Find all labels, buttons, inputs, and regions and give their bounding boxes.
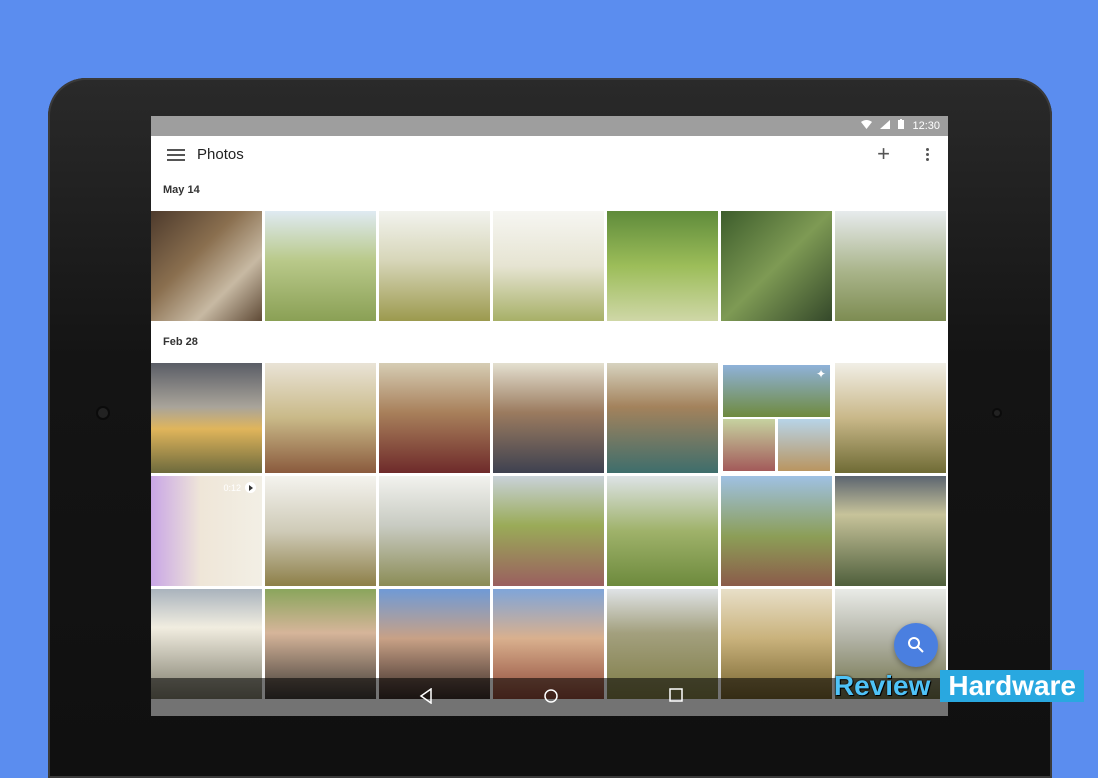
rear-sensor	[994, 410, 1000, 416]
photo-thumbnail[interactable]	[721, 211, 832, 321]
photo-thumbnail[interactable]	[607, 476, 718, 586]
search-fab[interactable]	[894, 623, 938, 667]
search-icon	[908, 637, 924, 653]
photo-thumbnail[interactable]	[493, 363, 604, 473]
plus-icon[interactable]: +	[877, 142, 890, 166]
app-bar: Photos +	[151, 136, 948, 176]
collage-photo	[723, 365, 830, 417]
battery-icon	[898, 119, 905, 132]
photo-thumbnail[interactable]	[379, 211, 490, 321]
wifi-icon	[861, 119, 873, 132]
system-nav-bar	[151, 678, 948, 716]
photo-thumbnail[interactable]	[265, 476, 376, 586]
photo-thumbnail[interactable]	[835, 476, 946, 586]
back-icon[interactable]	[419, 687, 433, 709]
photo-thumbnail[interactable]	[835, 211, 946, 321]
photo-thumbnail[interactable]	[151, 363, 262, 473]
front-sensor	[98, 408, 108, 418]
photo-thumbnail[interactable]	[379, 363, 490, 473]
menu-icon[interactable]	[167, 149, 185, 163]
photo-thumbnail[interactable]	[379, 476, 490, 586]
section-date: Feb 28	[163, 336, 198, 348]
photo-thumbnail[interactable]	[265, 363, 376, 473]
sparkle-icon: ✦	[815, 367, 826, 381]
video-thumbnail[interactable]: 0:12	[151, 476, 262, 586]
collage-photo	[723, 419, 775, 471]
watermark: Review Hardware	[834, 670, 1084, 702]
photo-thumbnail[interactable]	[721, 476, 832, 586]
section-date: May 14	[163, 184, 200, 196]
photo-thumbnail[interactable]	[265, 211, 376, 321]
home-icon[interactable]	[543, 688, 559, 709]
photo-thumbnail[interactable]	[607, 211, 718, 321]
video-duration: 0:12	[223, 482, 241, 493]
tablet-screen: 12:30 Photos + May 14 Feb 28 ✦ 0:12	[151, 116, 948, 716]
photo-thumbnail[interactable]	[493, 476, 604, 586]
play-icon	[245, 482, 256, 493]
photo-thumbnail[interactable]	[835, 363, 946, 473]
watermark-part1: Review	[833, 670, 931, 701]
collage-photo	[778, 419, 830, 471]
photo-grid-feb: ✦ 0:12	[151, 363, 948, 699]
photo-thumbnail[interactable]	[151, 211, 262, 321]
signal-icon	[880, 119, 891, 132]
status-bar: 12:30	[151, 116, 948, 136]
more-vert-icon[interactable]	[926, 148, 930, 164]
app-title: Photos	[197, 146, 244, 163]
recents-icon[interactable]	[669, 688, 683, 707]
photo-grid-may	[151, 211, 948, 321]
clock: 12:30	[912, 119, 940, 132]
photo-collage[interactable]: ✦	[721, 363, 832, 473]
photo-thumbnail[interactable]	[607, 363, 718, 473]
photo-thumbnail[interactable]	[493, 211, 604, 321]
watermark-part2: Hardware	[940, 670, 1084, 702]
